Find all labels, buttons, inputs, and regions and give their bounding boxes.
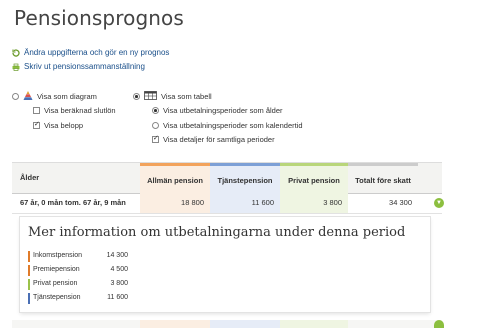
next-row-service [210,320,280,328]
row-total-value: 34 300 [389,198,412,207]
header-private-pension: Privat pension [280,163,348,193]
show-calc-end-label: Visa beräknad slutlön [44,106,116,115]
detail-label: Premiepension [33,266,80,273]
header-general-pension: Allmän pension [140,163,210,193]
detail-value: 14 300 [106,252,128,259]
show-amount-checkbox[interactable] [33,120,40,129]
details-title: Mer information om utbetalningarna under… [28,225,406,240]
change-forecast-link[interactable]: Ändra uppgifterna och gör en ny prognos [12,48,169,57]
periods-calendar-label: Visa utbetalningsperioder som kalenderti… [163,121,303,130]
detail-value: 11 600 [107,294,128,301]
table-header: Ålder Allmän pension Tjänstepension Priv… [12,162,442,194]
details-all-checkbox[interactable] [152,134,159,143]
detail-row-income: Inkomstpension 14 300 [28,251,128,262]
print-summary-label: Skriv ut pensionssammanställning [24,62,145,71]
row-period: 67 år, 0 mån tom. 67 år, 9 mån [20,198,126,207]
income-color-bar [28,251,30,262]
view-diagram-radio[interactable] [12,93,19,100]
premium-color-bar [28,265,30,276]
print-summary-link[interactable]: Skriv ut pensionssammanställning [12,62,145,71]
view-table-radio[interactable] [133,93,140,100]
collapse-details-icon[interactable]: ▼ [434,198,444,208]
pyramid-chart-icon [23,91,33,102]
periods-calendar-option[interactable]: Visa utbetalningsperioder som kalenderti… [152,121,303,130]
view-diagram-label: Visa som diagram [37,92,97,101]
row-private-value: 3 800 [280,193,348,213]
periods-age-option[interactable]: Visa utbetalningsperioder som ålder [152,106,283,115]
periods-age-radio[interactable] [152,107,159,114]
private-color-bar [28,279,30,290]
detail-label: Inkomstpension [33,252,83,259]
header-service-pension: Tjänstepension [210,163,280,193]
row-service-value: 11 600 [210,193,280,213]
detail-label: Tjänstepension [33,294,81,301]
detail-row-service: Tjänstepension 11 600 [28,293,128,304]
page-title: Pensionsprognos [14,6,184,30]
service-color-bar [28,293,30,304]
details-all-label: Visa detaljer för samtliga perioder [163,135,275,144]
periods-calendar-radio[interactable] [152,122,159,129]
show-calc-end-checkbox[interactable] [33,107,40,114]
periods-age-label: Visa utbetalningsperioder som ålder [163,106,283,115]
change-forecast-label: Ändra uppgifterna och gör en ny prognos [24,48,170,57]
detail-label: Privat pension [33,280,78,287]
show-amount-option[interactable]: Visa belopp [33,120,84,130]
details-panel: Mer information om utbetalningarna under… [20,217,430,312]
detail-value: 4 500 [110,266,128,273]
header-age: Ålder [20,173,40,182]
next-row-general [140,320,210,328]
view-table-label: Visa som tabell [161,92,212,101]
row-general-value: 18 800 [140,193,210,213]
detail-value: 3 800 [110,280,128,287]
show-amount-label: Visa belopp [44,121,84,130]
detail-row-premium: Premiepension 4 500 [28,265,128,276]
show-calc-end-option[interactable]: Visa beräknad slutlön [33,106,116,115]
next-row-private [280,320,348,328]
view-diagram-option[interactable]: Visa som diagram [12,91,97,102]
header-total: Totalt före skatt [348,163,418,193]
table-icon [144,91,157,102]
refresh-icon [12,48,20,57]
next-row-toggle-icon[interactable] [434,320,444,328]
table-row: 67 år, 0 mån tom. 67 år, 9 mån 18 800 11… [12,193,444,214]
view-table-option[interactable]: Visa som tabell [133,91,212,102]
print-icon [12,63,20,71]
detail-row-private: Privat pension 3 800 [28,279,128,290]
details-all-option[interactable]: Visa detaljer för samtliga perioder [152,134,275,144]
next-row-strip [12,320,444,328]
